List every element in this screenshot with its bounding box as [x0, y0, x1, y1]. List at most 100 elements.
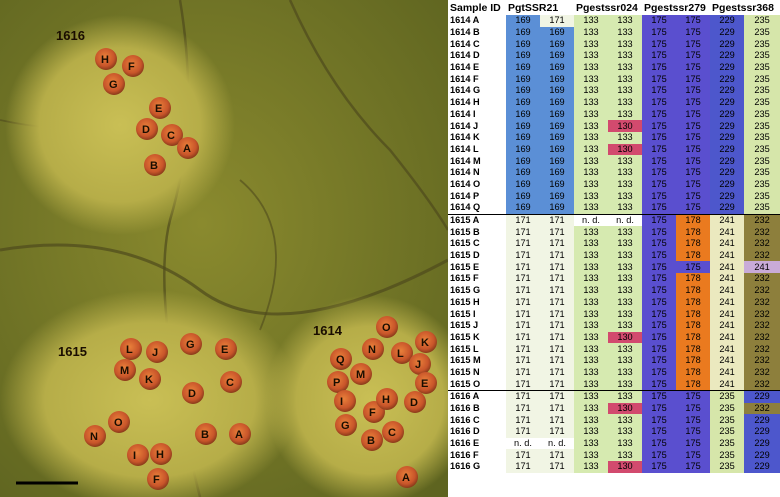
sample-id-cell: 1614 L: [450, 143, 479, 154]
allele-cell: 232: [744, 249, 780, 262]
sample-id-cell: 1615 H: [450, 296, 480, 307]
allele-cell: 175: [642, 178, 677, 191]
table-row: 1614 Q 169 169 133 133 175 175 229 235: [448, 202, 780, 215]
allele-cell: 235: [744, 26, 780, 39]
allele-cell: 133: [574, 166, 608, 179]
allele-cell: 235: [744, 155, 780, 167]
sample-id-cell: 1614 F: [450, 73, 479, 84]
pustule-label-1614-Q: Q: [336, 354, 345, 366]
sample-id-cell: 1614 E: [450, 62, 480, 73]
allele-cell: 133: [574, 202, 608, 215]
table-body: 1614 A 169 171 133 133 175 175 229 235 1614 B 169 1…: [448, 15, 780, 473]
allele-cell: 229: [710, 38, 745, 51]
pustule-label-1615-N: N: [90, 431, 98, 443]
allele-cell: 232: [744, 308, 780, 320]
allele-cell: 229: [744, 461, 780, 473]
allele-cell: 133: [608, 449, 643, 462]
allele-cell: 241: [710, 331, 745, 344]
allele-cell: 171: [540, 249, 574, 262]
pustule-label-1615-H: H: [156, 449, 164, 461]
table-row: 1614 F 169 169 133 133 175 175 229 235: [448, 73, 780, 86]
allele-cell: 235: [744, 15, 780, 27]
allele-cell: 171: [540, 238, 574, 250]
header-pgestssr368: Pgestssr368: [712, 1, 774, 14]
allele-cell: 241: [710, 284, 745, 297]
allele-cell: 232: [744, 213, 780, 227]
allele-cell: 241: [710, 238, 745, 250]
pustule-label-1615-I: I: [133, 450, 136, 462]
pustule-label-1614-A: A: [402, 472, 410, 484]
allele-cell: 175: [642, 238, 677, 250]
allele-cell: 175: [676, 50, 711, 62]
allele-cell: 133: [574, 178, 608, 191]
allele-cell: 133: [574, 389, 608, 403]
table-row: 1614 E 169 169 133 133 175 175 229 235: [448, 61, 780, 74]
leaf-photo: HFGED CAB L JG EMK CDON B AI HF OKQN LMJP EIFH DGB…: [0, 0, 448, 497]
allele-cell: 178: [676, 378, 711, 391]
table-row: 1615 M 171 171 133 133 175 178 241 232: [448, 354, 780, 367]
allele-cell: 133: [574, 343, 608, 355]
sample-id-cell: 1615 F: [450, 273, 479, 284]
allele-cell: 241: [710, 296, 745, 309]
allele-cell: 232: [744, 226, 780, 239]
allele-cell: 133: [574, 426, 608, 438]
allele-cell: 133: [574, 120, 608, 132]
allele-cell: 171: [540, 343, 574, 355]
allele-cell: 175: [676, 261, 711, 274]
allele-cell: 133: [608, 96, 643, 109]
allele-cell: 175: [676, 143, 711, 156]
allele-cell: 133: [574, 449, 608, 462]
allele-cell: 133: [608, 238, 643, 250]
allele-cell: 235: [710, 437, 745, 450]
allele-cell: 169: [540, 166, 574, 179]
allele-cell: 171: [506, 261, 540, 274]
allele-cell: 229: [744, 414, 780, 427]
pustule-label-1614-K: K: [421, 337, 429, 349]
allele-cell: 133: [608, 284, 643, 297]
allele-cell: 171: [506, 213, 540, 227]
allele-cell: 133: [608, 85, 643, 97]
allele-cell: 133: [574, 38, 608, 51]
table-row: 1614 H 169 169 133 133 175 175 229 235: [448, 96, 780, 109]
table-row: 1616 A 171 171 133 133 175 175 235 229: [448, 389, 780, 403]
table-row: 1615 N 171 171 133 133 175 178 241 232: [448, 366, 780, 379]
allele-cell: 241: [710, 366, 745, 379]
allele-cell: 178: [676, 213, 711, 227]
sample-id-cell: 1615 E: [450, 261, 480, 272]
allele-cell: 171: [540, 15, 574, 27]
allele-cell: 171: [540, 449, 574, 462]
allele-cell: 229: [710, 190, 745, 202]
allele-cell: 235: [710, 414, 745, 427]
table-row: 1614 G 169 169 133 133 175 175 229 235: [448, 85, 780, 97]
allele-cell: 229: [710, 166, 745, 179]
sample-id-cell: 1615 D: [450, 250, 480, 261]
allele-cell: 169: [506, 202, 540, 215]
allele-cell: 241: [710, 213, 745, 227]
allele-cell: 133: [574, 73, 608, 86]
allele-cell: 175: [676, 120, 711, 132]
allele-cell: 171: [506, 354, 540, 367]
allele-cell: 229: [744, 437, 780, 450]
sample-id-cell: 1615 M: [450, 355, 481, 366]
allele-cell: 169: [506, 120, 540, 132]
genotype-table: Sample ID PgtSSR21 Pgestssr024 Pgestssr2…: [448, 0, 780, 497]
allele-cell: 229: [710, 143, 745, 156]
allele-cell: 178: [676, 296, 711, 309]
allele-cell: 169: [540, 26, 574, 39]
pustule-label-1614-M: M: [356, 369, 365, 381]
pustule-label-1614-E: E: [421, 378, 428, 390]
allele-cell: 169: [506, 38, 540, 51]
allele-cell: 175: [642, 284, 677, 297]
allele-cell: 241: [710, 343, 745, 355]
allele-cell: 171: [506, 426, 540, 438]
pustule-label-1616-B: B: [150, 160, 158, 172]
allele-cell: 175: [642, 354, 677, 367]
allele-cell: 175: [642, 296, 677, 309]
allele-cell: 229: [710, 61, 745, 74]
sample-id-cell: 1615 B: [450, 226, 480, 237]
allele-cell: 229: [744, 426, 780, 438]
table-row: 1615 A 171 171 n. d. n. d. 175 178 241 232: [448, 213, 780, 227]
allele-cell: 175: [676, 108, 711, 121]
allele-cell: 229: [710, 85, 745, 97]
sample-id-cell: 1614 I: [450, 108, 476, 119]
